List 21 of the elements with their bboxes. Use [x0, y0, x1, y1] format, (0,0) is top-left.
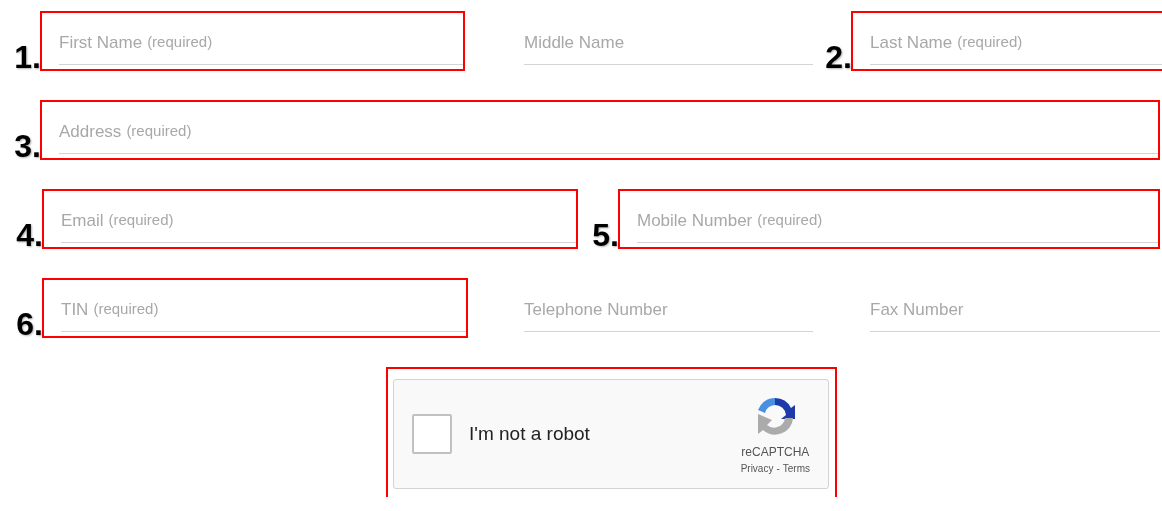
privacy-link[interactable]: Privacy: [740, 460, 774, 476]
checkbox[interactable]: [412, 414, 452, 454]
input-field[interactable]: Email (required): [61, 199, 576, 243]
input-field[interactable]: Middle Name: [524, 21, 813, 65]
annotation-number: 3.: [14, 130, 41, 162]
input-field[interactable]: TIN (required): [61, 288, 466, 332]
annotation-number: 6.: [16, 308, 43, 340]
brand-text: reCAPTCHA: [741, 443, 810, 461]
annotation-number: 1.: [14, 41, 41, 73]
annotation-number: 2.: [825, 41, 852, 73]
terms-link[interactable]: Terms: [782, 460, 810, 476]
input-field[interactable]: Telephone Number: [524, 288, 813, 332]
input-field[interactable]: Address (required): [59, 110, 1158, 154]
annotation-number: 5.: [592, 219, 619, 251]
input-field[interactable]: Mobile Number (required): [637, 199, 1158, 243]
input-field[interactable]: Last Name (required): [870, 21, 1162, 65]
annotation-number: 4.: [16, 219, 43, 251]
link-separator: -: [776, 461, 780, 476]
checkbox-label: I'm not a robot: [469, 421, 590, 446]
input-field[interactable]: Fax Number: [870, 288, 1160, 332]
input-field[interactable]: First Name (required): [59, 21, 463, 65]
